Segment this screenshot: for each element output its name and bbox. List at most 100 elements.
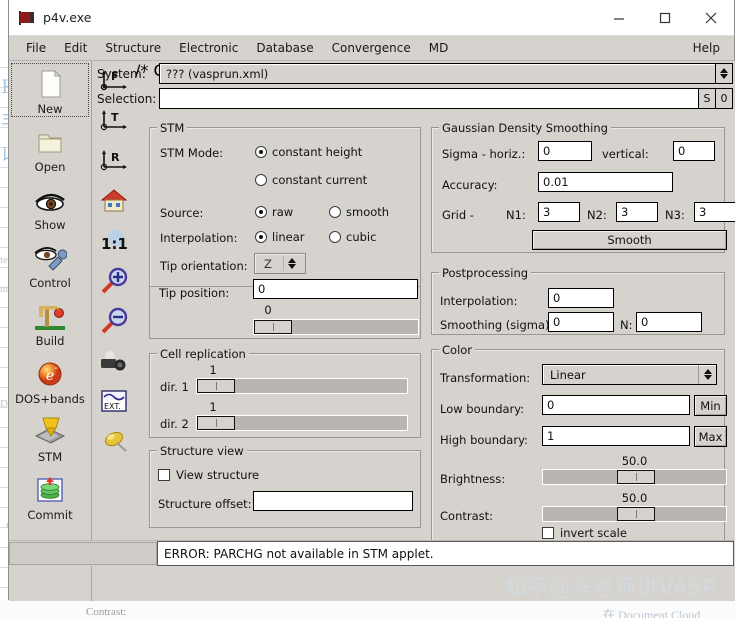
dir1-slider[interactable] — [196, 378, 408, 394]
sidebar-item-stm[interactable]: STM — [9, 409, 91, 467]
min-button[interactable]: Min — [694, 395, 727, 416]
n3-value: 3 — [699, 205, 707, 219]
tool-zoom-out[interactable] — [92, 301, 135, 341]
sigma-horiz-value: 0 — [543, 144, 551, 158]
menu-item-md[interactable]: MD — [420, 38, 458, 58]
accuracy-input[interactable]: 0.01 — [538, 172, 673, 192]
sidebar-item-build[interactable]: Build — [9, 293, 91, 351]
stm-panel-title: STM — [157, 121, 188, 135]
stm-mode-label: STM Mode: — [160, 146, 224, 160]
menu-item-convergence[interactable]: Convergence — [323, 38, 420, 58]
sigma-vertical-label: vertical: — [602, 147, 649, 161]
radio-constant-current[interactable]: constant current — [255, 173, 367, 187]
menu-item-file[interactable]: File — [17, 38, 55, 58]
sidebar-item-label: DOS+bands — [15, 392, 85, 406]
tool-home[interactable] — [92, 181, 135, 221]
system-label: System: — [97, 66, 146, 81]
slider-thumb[interactable] — [254, 320, 292, 334]
dropdown-spinner[interactable] — [698, 365, 716, 384]
minimize-icon[interactable] — [596, 0, 642, 35]
selection-0-button[interactable]: 0 — [715, 88, 733, 109]
axis-right-icon: R — [99, 147, 129, 175]
menu-item-structure[interactable]: Structure — [96, 38, 170, 58]
sidebar-item-new[interactable]: New — [9, 61, 91, 119]
sidebar-item-control[interactable]: Control — [9, 235, 91, 293]
radio-interp-linear[interactable]: linear — [255, 230, 305, 244]
n3-input[interactable]: 3 — [694, 202, 735, 222]
tip-position-value: 0 — [258, 282, 266, 296]
post-smoothing-input[interactable]: 0 — [548, 312, 614, 332]
radio-interp-cubic[interactable]: cubic — [329, 230, 376, 244]
stm-tip-icon — [33, 416, 67, 448]
selection-s-button[interactable]: S — [698, 88, 716, 109]
tool-axis-right[interactable]: R — [92, 141, 135, 181]
post-interpolation-label: Interpolation: — [440, 294, 518, 308]
system-combo[interactable]: ??? (vasprun.xml) — [159, 63, 715, 84]
tool-pin[interactable] — [92, 421, 135, 461]
menu-bar: File Edit Structure Electronic Database … — [9, 36, 734, 61]
tip-position-input[interactable]: 0 — [253, 279, 418, 299]
dir2-slider[interactable] — [196, 415, 408, 431]
n3-label: N3: — [665, 208, 685, 222]
brightness-slider[interactable] — [542, 469, 727, 485]
sidebar-item-commit[interactable]: Commit — [9, 467, 91, 525]
low-boundary-input[interactable]: 0 — [542, 395, 690, 415]
menu-item-help[interactable]: Help — [684, 38, 734, 58]
tip-orientation-spin-buttons[interactable] — [283, 256, 300, 271]
sidebar-item-dos-bands[interactable]: e - DOS+bands — [9, 351, 91, 409]
menu-item-database[interactable]: Database — [247, 38, 322, 58]
sigma-vertical-value: 0 — [678, 144, 686, 158]
zoom-in-icon — [99, 267, 129, 295]
sidebar: New Open Show Control Build e - DOS+band… — [9, 61, 92, 601]
post-interpolation-input[interactable]: 0 — [548, 288, 614, 308]
view-structure-checkbox[interactable]: View structure — [158, 468, 259, 482]
contrast-slider[interactable] — [542, 506, 727, 522]
window-title: p4v.exe — [43, 10, 92, 25]
post-interpolation-value: 0 — [553, 291, 561, 305]
tip-orientation-spinner[interactable]: Z — [254, 253, 306, 274]
slider-thumb[interactable] — [197, 379, 235, 393]
structure-offset-input[interactable] — [253, 491, 413, 511]
sidebar-item-open[interactable]: Open — [9, 119, 91, 177]
radio-source-smooth[interactable]: smooth — [329, 205, 389, 219]
tool-external-plot[interactable]: EXT. — [92, 381, 135, 421]
content-area: System: ??? (vasprun.xml) Selection: S 0… — [97, 61, 735, 601]
tool-one-to-one[interactable]: 1:1 — [92, 221, 135, 261]
sigma-horiz-input[interactable]: 0 — [538, 141, 592, 161]
max-button[interactable]: Max — [694, 426, 727, 447]
close-icon[interactable] — [688, 0, 734, 35]
selection-input[interactable] — [159, 88, 699, 109]
one-to-one-icon: 1:1 — [99, 227, 129, 255]
post-n-input[interactable]: 0 — [636, 312, 702, 332]
system-spinner[interactable] — [715, 63, 733, 84]
radio-source-raw[interactable]: raw — [255, 205, 293, 219]
radio-label: constant height — [272, 145, 363, 159]
tool-zoom-in[interactable] — [92, 261, 135, 301]
menu-item-edit[interactable]: Edit — [55, 38, 96, 58]
radio-constant-height[interactable]: constant height — [255, 145, 362, 159]
cell-panel-title: Cell replication — [157, 347, 249, 361]
chevron-up-icon — [703, 369, 712, 374]
commit-stack-icon — [33, 474, 67, 506]
svg-text:R: R — [111, 151, 120, 164]
n1-input[interactable]: 3 — [538, 202, 580, 222]
slider-thumb[interactable] — [197, 416, 235, 430]
menu-item-electronic[interactable]: Electronic — [170, 38, 247, 58]
slider-thumb[interactable] — [617, 470, 655, 484]
n2-input[interactable]: 3 — [616, 202, 658, 222]
invert-scale-checkbox[interactable]: invert scale — [542, 526, 627, 540]
tool-camera[interactable] — [92, 341, 135, 381]
sidebar-item-label: Commit — [27, 508, 73, 522]
eye-wrench-icon — [33, 242, 68, 274]
dir1-label: dir. 1 — [160, 380, 189, 394]
maximize-icon[interactable] — [642, 0, 688, 35]
transformation-dropdown[interactable]: Linear — [542, 364, 717, 385]
screenshot-root: P丰以 ter ur DOS+bands Commit Contrast: 在 … — [0, 0, 735, 618]
slider-thumb[interactable] — [617, 507, 655, 521]
tip-position-slider[interactable] — [253, 319, 419, 335]
smooth-button[interactable]: Smooth — [532, 230, 727, 250]
sigma-vertical-input[interactable]: 0 — [673, 141, 715, 161]
high-boundary-input[interactable]: 1 — [542, 426, 690, 446]
pin-icon — [99, 427, 129, 455]
sidebar-item-show[interactable]: Show — [9, 177, 91, 235]
